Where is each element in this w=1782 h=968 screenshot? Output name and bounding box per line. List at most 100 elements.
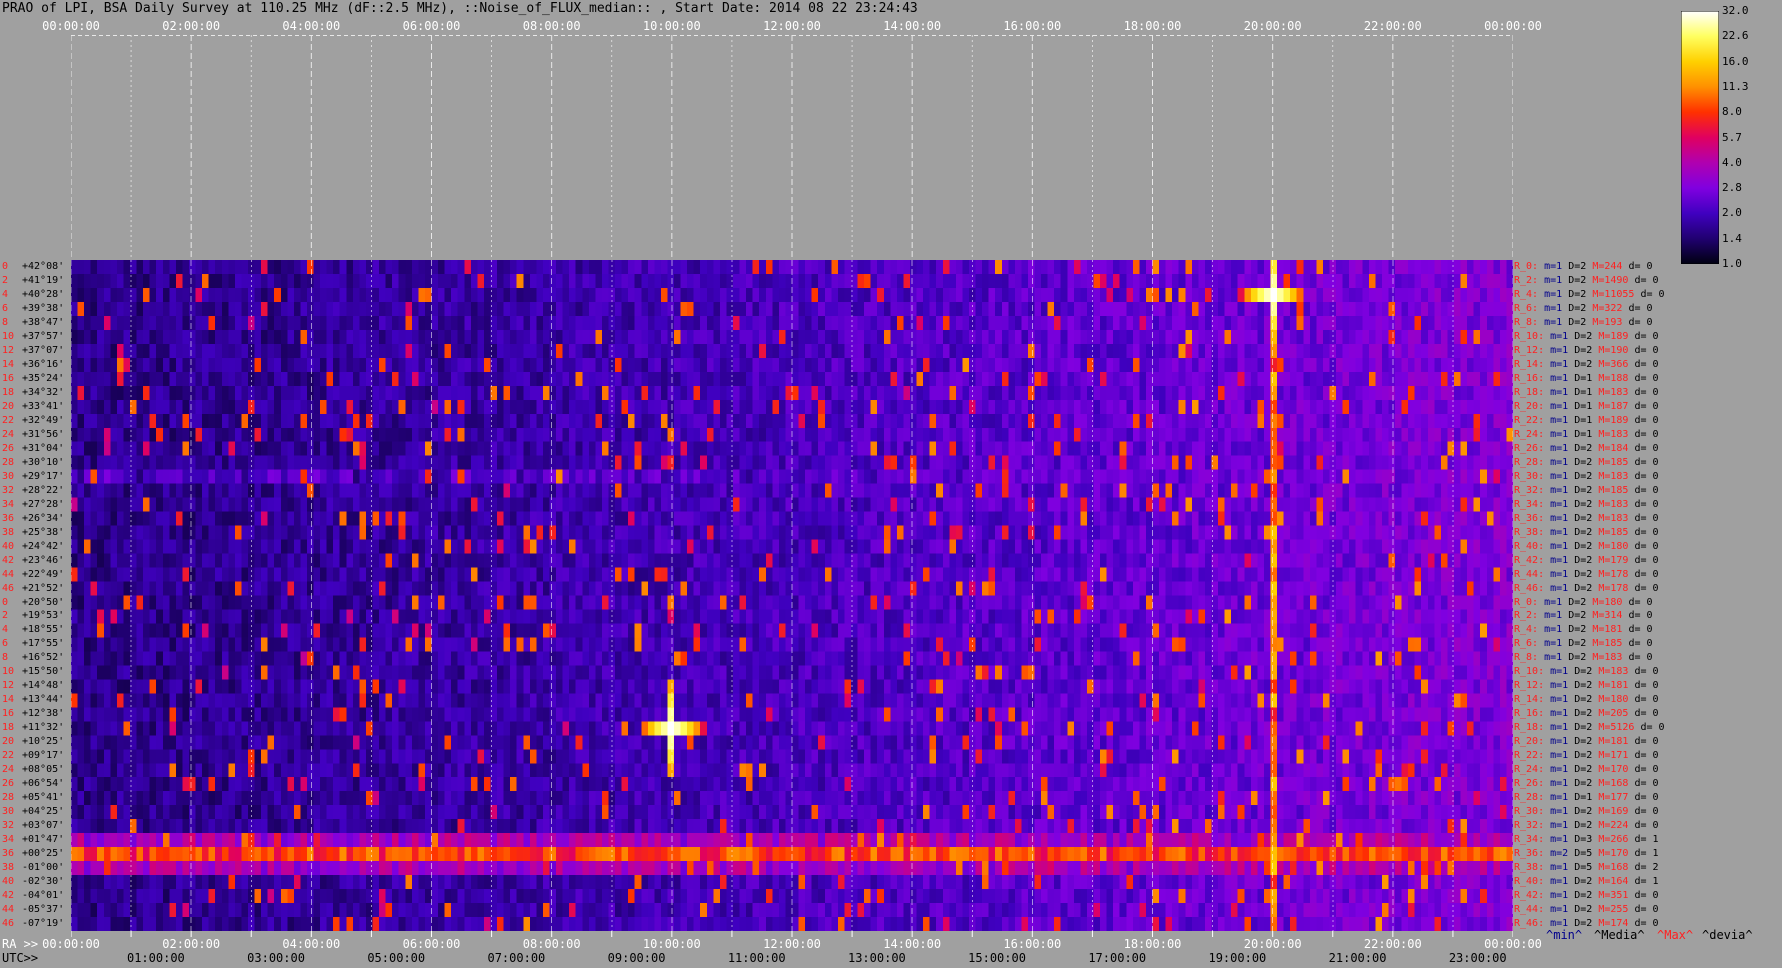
heatmap-cell [1172,385,1180,401]
heatmap-cell [359,455,367,471]
heatmap-cell [346,567,354,583]
heatmap-cell [1362,441,1370,457]
heatmap-cell [1237,273,1245,289]
heatmap-cell [805,357,813,373]
heatmap-cell [1309,441,1317,457]
heatmap-cell [182,553,190,569]
heatmap-cell [706,553,714,569]
heatmap-cell [975,301,983,317]
heatmap-cell [418,329,426,345]
heatmap-cell [700,553,708,569]
heatmap-cell [1237,455,1245,471]
heatmap-cell [103,497,111,513]
heatmap-cell [1421,399,1429,415]
heatmap-cell [444,287,452,303]
heatmap-cell [877,441,885,457]
heatmap-cell [1204,343,1212,359]
heatmap-cell [1172,553,1180,569]
heatmap-cell [1073,371,1081,387]
heatmap-cell [320,525,328,541]
heatmap-cell [1408,357,1416,373]
heatmap-cell [955,385,963,401]
heatmap-cell [411,329,419,345]
heatmap-cell [818,287,826,303]
heatmap-cell [274,357,282,373]
heatmap-cell [1086,469,1094,485]
heatmap-cell [1506,315,1513,331]
heatmap-cell [162,260,170,275]
heatmap-cell [1139,455,1147,471]
heatmap-cell [1309,469,1317,485]
heatmap-cell [1486,455,1494,471]
heatmap-cell [424,511,432,527]
heatmap-cell [136,273,144,289]
heatmap-cell [457,301,465,317]
heatmap-cell [831,511,839,527]
heatmap-cell [542,273,550,289]
heatmap-cell [772,455,780,471]
heatmap-cell [674,539,682,555]
heatmap-cell [923,357,931,373]
heatmap-cell [647,525,655,541]
heatmap-cell [313,455,321,471]
heatmap-cell [523,567,531,583]
heatmap-cell [634,413,642,429]
heatmap-cell [687,301,695,317]
heatmap-cell [1473,399,1481,415]
heatmap-cell [339,315,347,331]
heatmap-cell [798,329,806,345]
heatmap-cell [864,497,872,513]
heatmap-cell [916,301,924,317]
heatmap-cell [97,553,105,569]
heatmap-cell [365,385,373,401]
heatmap-cell [523,385,531,401]
heatmap-cell [287,553,295,569]
heatmap-cell [1349,260,1357,275]
heatmap-cell [1250,343,1258,359]
heatmap-cell [149,469,157,485]
heatmap-cell [765,301,773,317]
heatmap-cell [936,357,944,373]
heatmap-cell [864,343,872,359]
heatmap-cell [1172,357,1180,373]
heatmap-cell [175,413,183,429]
heatmap-cell [988,287,996,303]
heatmap-cell [982,441,990,457]
heatmap-cell [615,260,623,275]
heatmap-cell [1152,413,1160,429]
heatmap-cell [143,427,151,443]
heatmap-cell [746,553,754,569]
heatmap-cell [333,441,341,457]
heatmap-cell [1198,301,1206,317]
heatmap-cell [1309,385,1317,401]
heatmap-cell [241,469,249,485]
heatmap-cell [903,329,911,345]
heatmap-cell [385,483,393,499]
heatmap-cell [195,371,203,387]
heatmap-cell [385,273,393,289]
heatmap-cell [634,357,642,373]
heatmap-cell [490,525,498,541]
heatmap-cell [503,441,511,457]
heatmap-cell [883,441,891,457]
heatmap-cell [962,301,970,317]
heatmap-cell [424,371,432,387]
heatmap-cell [601,539,609,555]
heatmap-cell [1381,413,1389,429]
heatmap-cell [864,287,872,303]
heatmap-cell [923,497,931,513]
heatmap-cell [1342,385,1350,401]
heatmap-cell [1414,511,1422,527]
heatmap-cell [1034,469,1042,485]
heatmap-cell [896,469,904,485]
heatmap-cell [202,525,210,541]
heatmap-cell [1395,441,1403,457]
heatmap-cell [1486,301,1494,317]
heatmap-cell [1336,511,1344,527]
heatmap-cell [778,301,786,317]
heatmap-cell [582,567,590,583]
heatmap-cell [1368,525,1376,541]
heatmap-cell [1257,273,1265,289]
heatmap-cell [1100,287,1108,303]
heatmap-cell [1054,385,1062,401]
